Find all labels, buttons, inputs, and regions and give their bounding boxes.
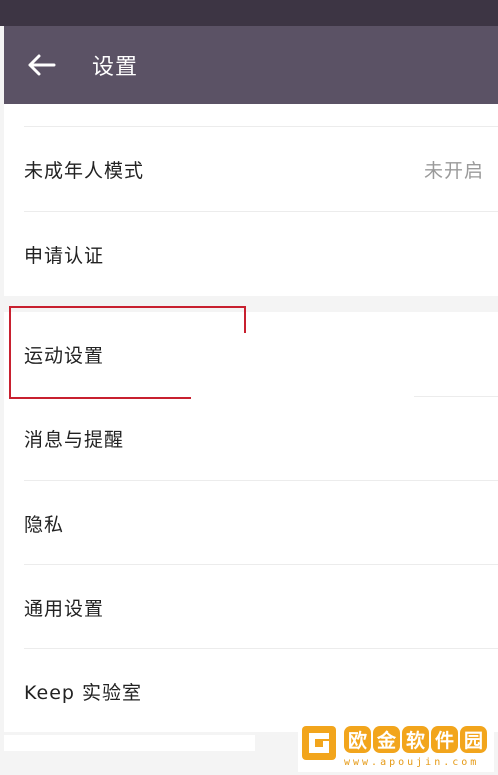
settings-item-sport-settings[interactable]: 运动设置: [4, 312, 498, 396]
settings-item-minor-mode[interactable]: 未成年人模式 未开启: [4, 127, 498, 211]
settings-item-apply-verification[interactable]: 申请认证: [4, 212, 498, 296]
watermark-char: 金: [373, 726, 400, 753]
site-watermark: 欧 金 软 件 园 www.apoujin.com: [298, 722, 494, 772]
settings-item-label: 未成年人模式: [24, 159, 145, 182]
page-title: 设置: [92, 55, 139, 80]
watermark-char: 件: [431, 726, 458, 753]
settings-item-status: 未开启: [423, 159, 484, 182]
settings-item-label: 隐私: [24, 513, 65, 536]
settings-item-label: 消息与提醒: [24, 429, 125, 451]
watermark-text: 欧 金 软 件 园: [344, 726, 487, 753]
settings-item-label: Keep 实验室: [24, 681, 142, 704]
watermark-logo-icon: [302, 726, 336, 760]
highlight-border-top: [10, 306, 246, 308]
watermark-url: www.apoujin.com: [344, 757, 480, 768]
settings-section-general: 运动设置 消息与提醒 隐私 通用设置 Keep 实验室: [4, 312, 498, 732]
settings-section-footer: [4, 735, 255, 751]
settings-item-label: 运动设置: [24, 344, 105, 367]
settings-item-keep-lab[interactable]: Keep 实验室: [4, 649, 498, 733]
back-arrow-icon[interactable]: [26, 53, 56, 77]
status-bar: [0, 0, 498, 26]
app-bar: 设置: [4, 26, 498, 104]
watermark-char: 欧: [344, 726, 371, 753]
watermark-char: 园: [460, 726, 487, 753]
settings-item-label: 申请认证: [24, 244, 105, 267]
settings-item-privacy[interactable]: 隐私: [4, 481, 498, 565]
settings-item-general-settings[interactable]: 通用设置: [4, 565, 498, 649]
settings-item-label: 通用设置: [24, 597, 105, 620]
settings-item-messages-reminders[interactable]: 消息与提醒: [4, 397, 498, 480]
settings-section-account: 未成年人模式 未开启 申请认证: [4, 104, 498, 296]
watermark-char: 软: [402, 726, 429, 753]
